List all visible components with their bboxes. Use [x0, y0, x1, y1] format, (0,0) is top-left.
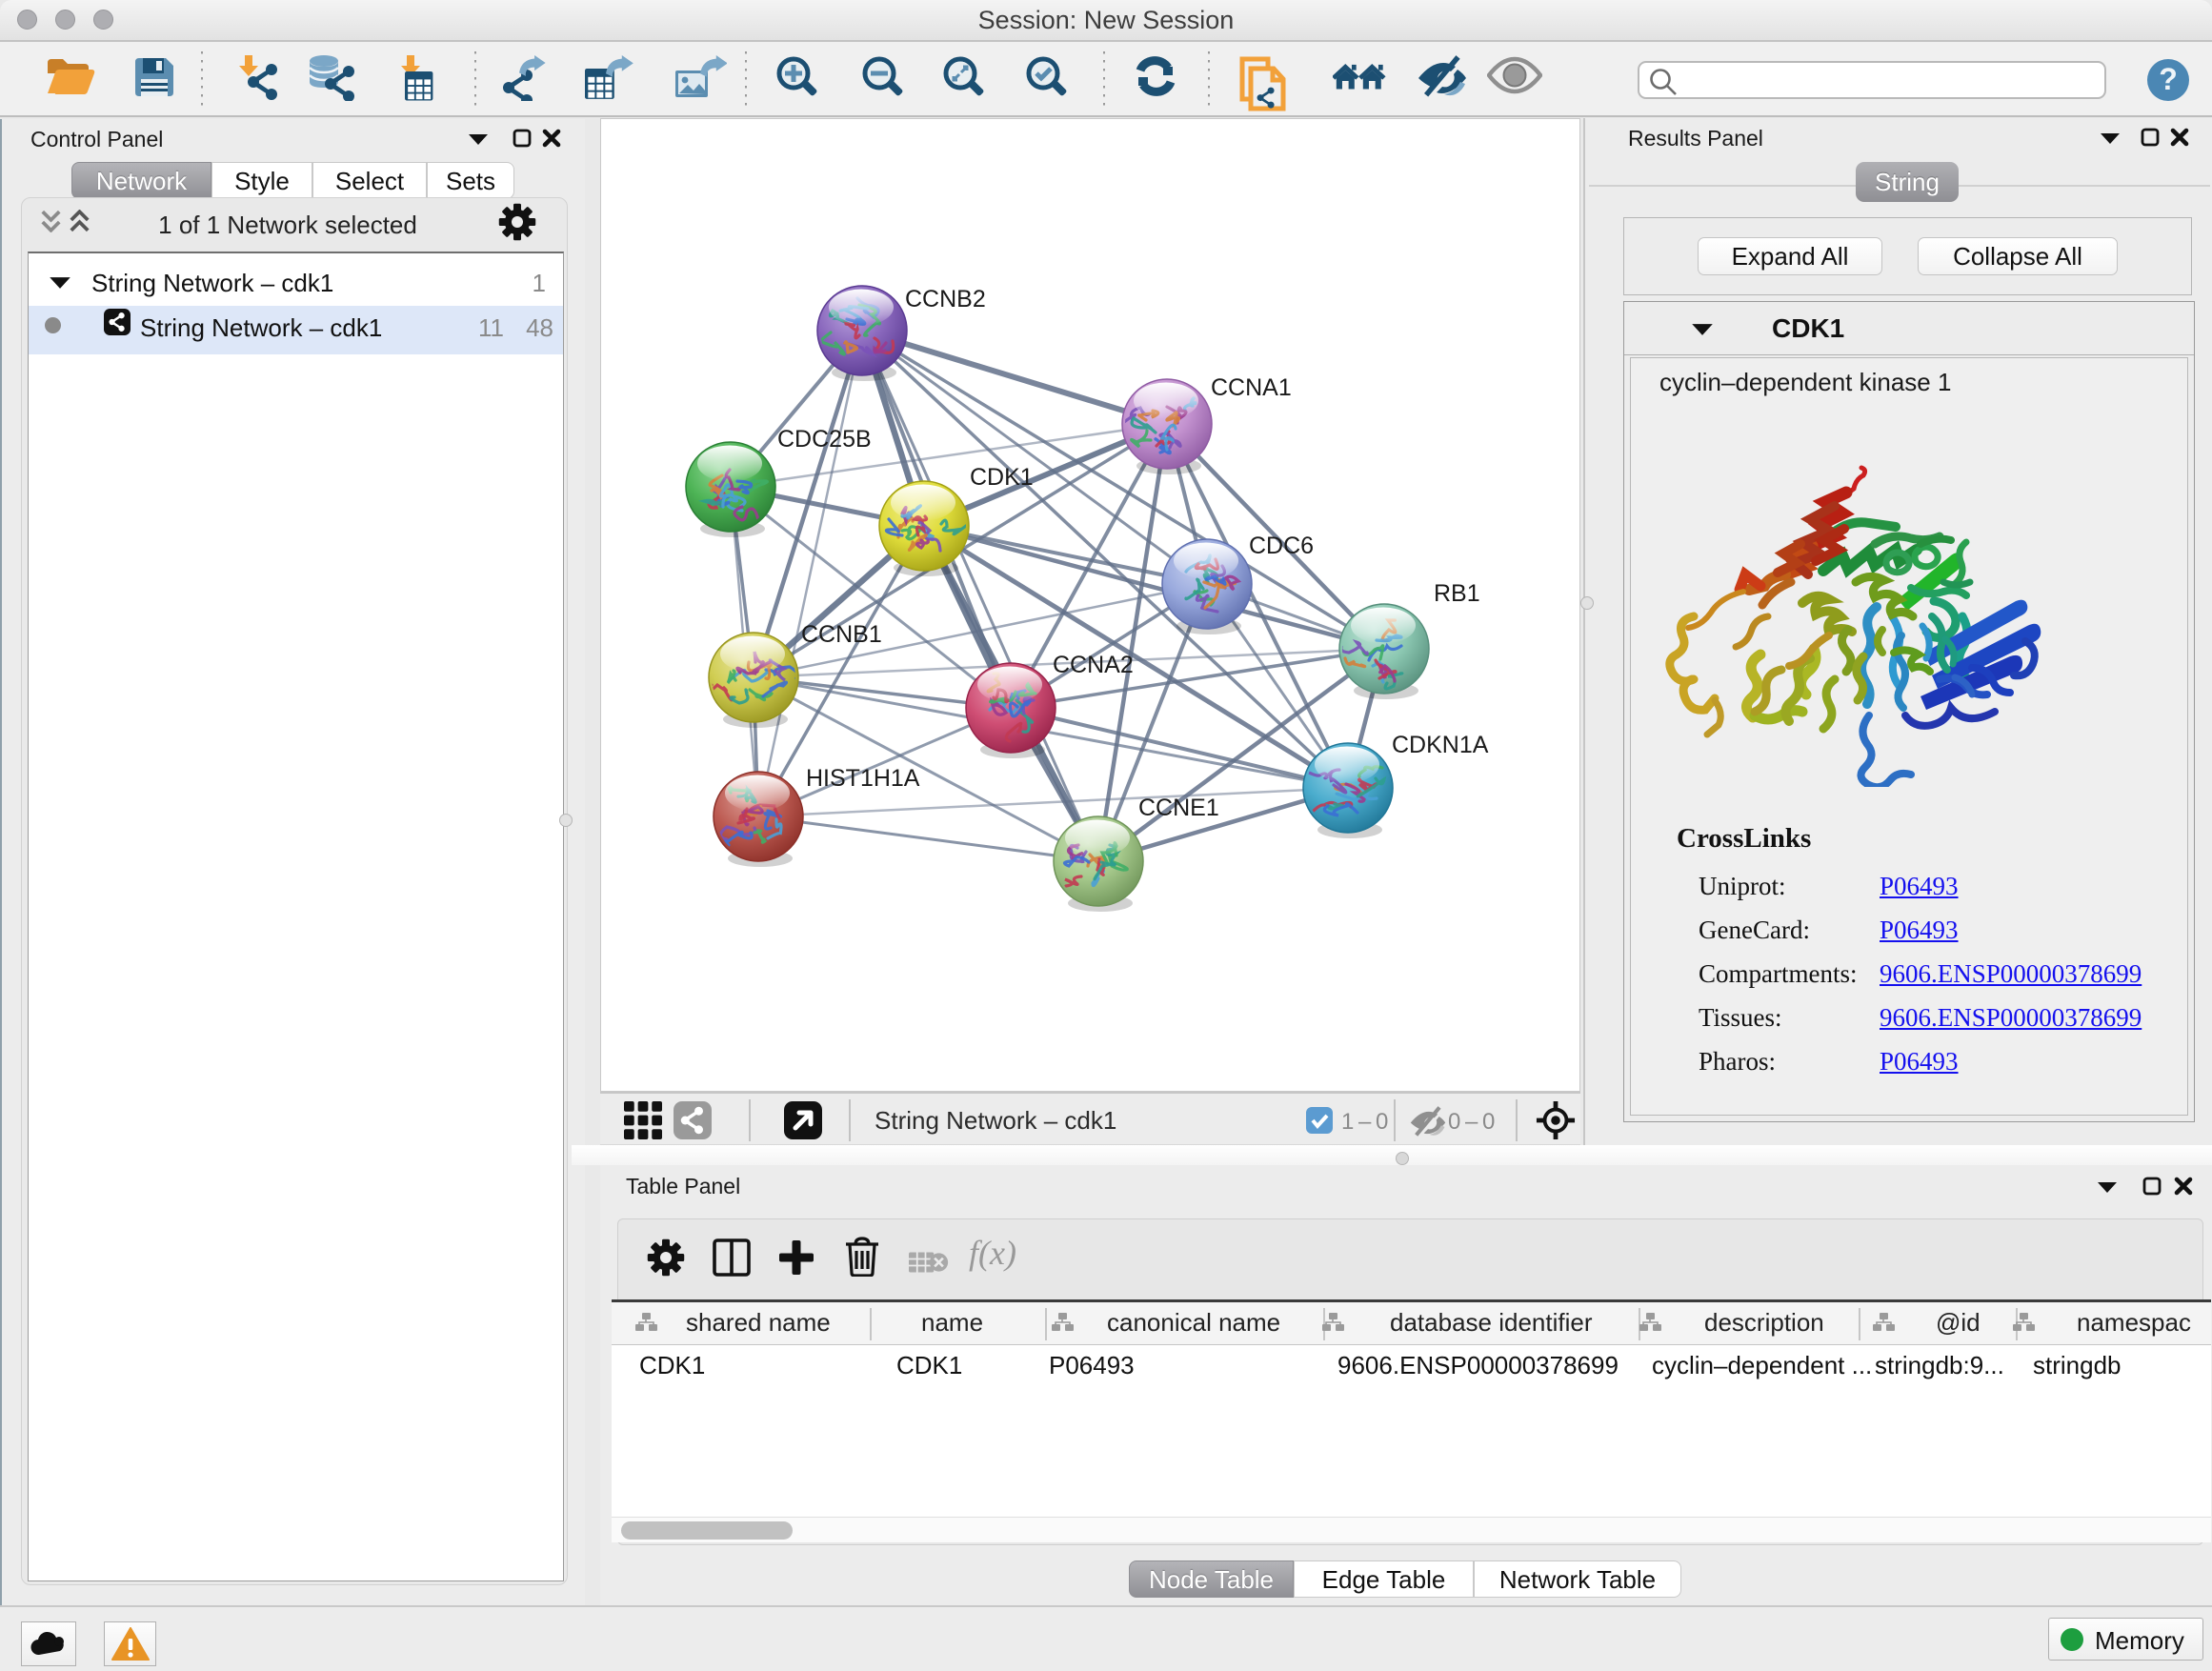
svg-text:HIST1H1A: HIST1H1A [806, 765, 920, 792]
svg-text:CDK1: CDK1 [970, 464, 1034, 491]
svg-text:CCNA1: CCNA1 [1211, 374, 1292, 401]
svg-text:CDKN1A: CDKN1A [1392, 732, 1489, 758]
svg-text:CCNA2: CCNA2 [1053, 652, 1134, 678]
svg-text:?: ? [2159, 62, 2178, 96]
svg-text:CDC6: CDC6 [1249, 533, 1314, 559]
svg-text:CCNE1: CCNE1 [1138, 795, 1219, 821]
svg-text:CCNB1: CCNB1 [801, 621, 882, 648]
svg-text:RB1: RB1 [1434, 580, 1480, 607]
svg-text:CCNB2: CCNB2 [905, 286, 986, 312]
svg-text:CDC25B: CDC25B [777, 426, 872, 453]
